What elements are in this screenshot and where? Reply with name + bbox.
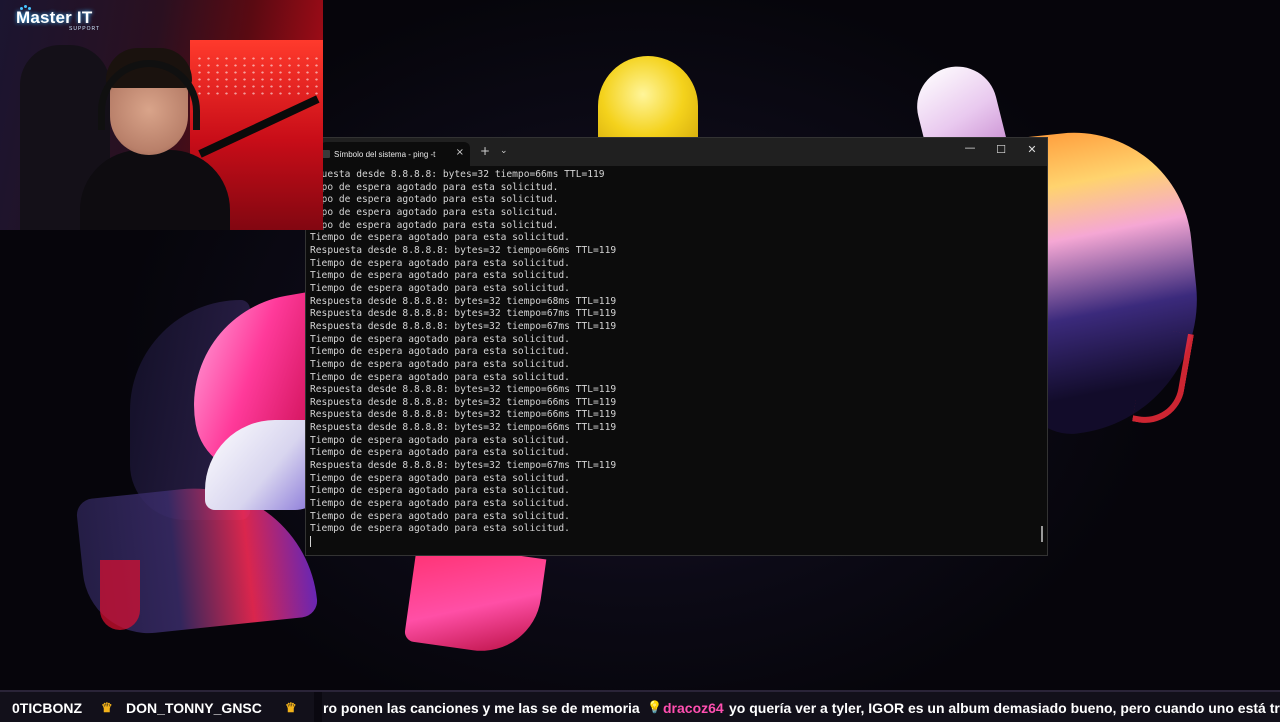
webcam-overlay: Master IT SUPPORT xyxy=(0,0,323,230)
console-prompt-line[interactable] xyxy=(310,536,1030,549)
cmd-icon xyxy=(322,150,330,158)
crown-icon: ♛ xyxy=(285,700,297,715)
master-it-logo: Master IT SUPPORT xyxy=(16,5,101,32)
chat-username: DON_TONNY_GNSC xyxy=(126,700,262,716)
console-line: Respuesta desde 8.8.8.8: bytes=32 tiempo… xyxy=(310,409,617,421)
console-line: Tiempo de espera agotado para esta solic… xyxy=(310,371,570,383)
console-line: Respuesta desde 8.8.8.8: bytes=32 tiempo… xyxy=(310,295,617,307)
logo-subtext: SUPPORT xyxy=(69,26,101,32)
console-line: empo de espera agotado para esta solicit… xyxy=(310,194,559,206)
tab-command-prompt[interactable]: Símbolo del sistema - ping -t × xyxy=(320,142,470,166)
console-line: Respuesta desde 8.8.8.8: bytes=32 tiempo… xyxy=(310,320,617,332)
console-line: Tiempo de espera agotado para esta solic… xyxy=(310,447,570,459)
console-line: Tiempo de espera agotado para esta solic… xyxy=(310,257,570,269)
console-line: Tiempo de espera agotado para esta solic… xyxy=(310,282,570,294)
console-line: Tiempo de espera agotado para esta solic… xyxy=(310,346,570,358)
console-line: Tiempo de espera agotado para esta solic… xyxy=(310,434,570,446)
chat-message: yo quería ver a tyler, IGOR es un album … xyxy=(729,700,1280,716)
maximize-button[interactable]: ☐ xyxy=(992,143,1010,156)
console-line: Tiempo de espera agotado para esta solic… xyxy=(310,232,570,244)
console-output[interactable]: spuesta desde 8.8.8.8: bytes=32 tiempo=6… xyxy=(310,169,1030,549)
console-line: Respuesta desde 8.8.8.8: bytes=32 tiempo… xyxy=(310,244,617,256)
logo-dots-icon xyxy=(20,5,31,11)
chevron-down-icon[interactable]: ⌄ xyxy=(500,146,508,156)
console-line: Respuesta desde 8.8.8.8: bytes=32 tiempo… xyxy=(310,308,617,320)
new-tab-button[interactable]: + xyxy=(480,145,490,157)
command-prompt-window[interactable]: Símbolo del sistema - ping -t × + ⌄ — ☐ … xyxy=(306,138,1047,555)
console-line: spuesta desde 8.8.8.8: bytes=32 tiempo=6… xyxy=(310,169,605,180)
console-line: empo de espera agotado para esta solicit… xyxy=(310,219,559,231)
console-line: Respuesta desde 8.8.8.8: bytes=32 tiempo… xyxy=(310,422,617,434)
webcam-lights xyxy=(195,55,320,95)
wallpaper-shape xyxy=(100,560,140,630)
close-button[interactable]: ✕ xyxy=(1023,143,1041,156)
wallpaper-shape xyxy=(403,541,547,659)
console-line: Respuesta desde 8.8.8.8: bytes=32 tiempo… xyxy=(310,384,617,396)
console-line: Tiempo de espera agotado para esta solic… xyxy=(310,498,570,510)
console-line: Tiempo de espera agotado para esta solic… xyxy=(310,472,570,484)
scrollbar-thumb[interactable] xyxy=(1041,526,1043,542)
text-cursor xyxy=(310,536,311,548)
ticker-divider xyxy=(314,692,322,722)
console-line: Tiempo de espera agotado para esta solic… xyxy=(310,358,570,370)
crown-icon: ♛ xyxy=(101,700,113,715)
console-line: Respuesta desde 8.8.8.8: bytes=32 tiempo… xyxy=(310,396,617,408)
chat-username: dracoz64 xyxy=(663,700,724,716)
window-titlebar[interactable]: Símbolo del sistema - ping -t × + ⌄ — ☐ … xyxy=(306,138,1047,166)
close-tab-icon[interactable]: × xyxy=(456,147,464,158)
console-line: Tiempo de espera agotado para esta solic… xyxy=(310,270,570,282)
tab-title: Símbolo del sistema - ping -t xyxy=(334,149,436,159)
chat-message: ro ponen las canciones y me las se de me… xyxy=(323,700,640,716)
chat-username: 0TICBONZ xyxy=(12,700,82,716)
console-line: Tiempo de espera agotado para esta solic… xyxy=(310,333,570,345)
console-line: Tiempo de espera agotado para esta solic… xyxy=(310,523,570,535)
console-line: empo de espera agotado para esta solicit… xyxy=(310,181,559,193)
lightbulb-icon: 💡 xyxy=(647,700,662,714)
console-line: Respuesta desde 8.8.8.8: bytes=32 tiempo… xyxy=(310,460,617,472)
minimize-button[interactable]: — xyxy=(961,141,979,154)
chat-ticker: 0TICBONZ ♛ DON_TONNY_GNSC ♛ ro ponen las… xyxy=(0,690,1280,722)
console-line: Tiempo de espera agotado para esta solic… xyxy=(310,510,570,522)
console-line: empo de espera agotado para esta solicit… xyxy=(310,206,559,218)
console-line: Tiempo de espera agotado para esta solic… xyxy=(310,485,570,497)
